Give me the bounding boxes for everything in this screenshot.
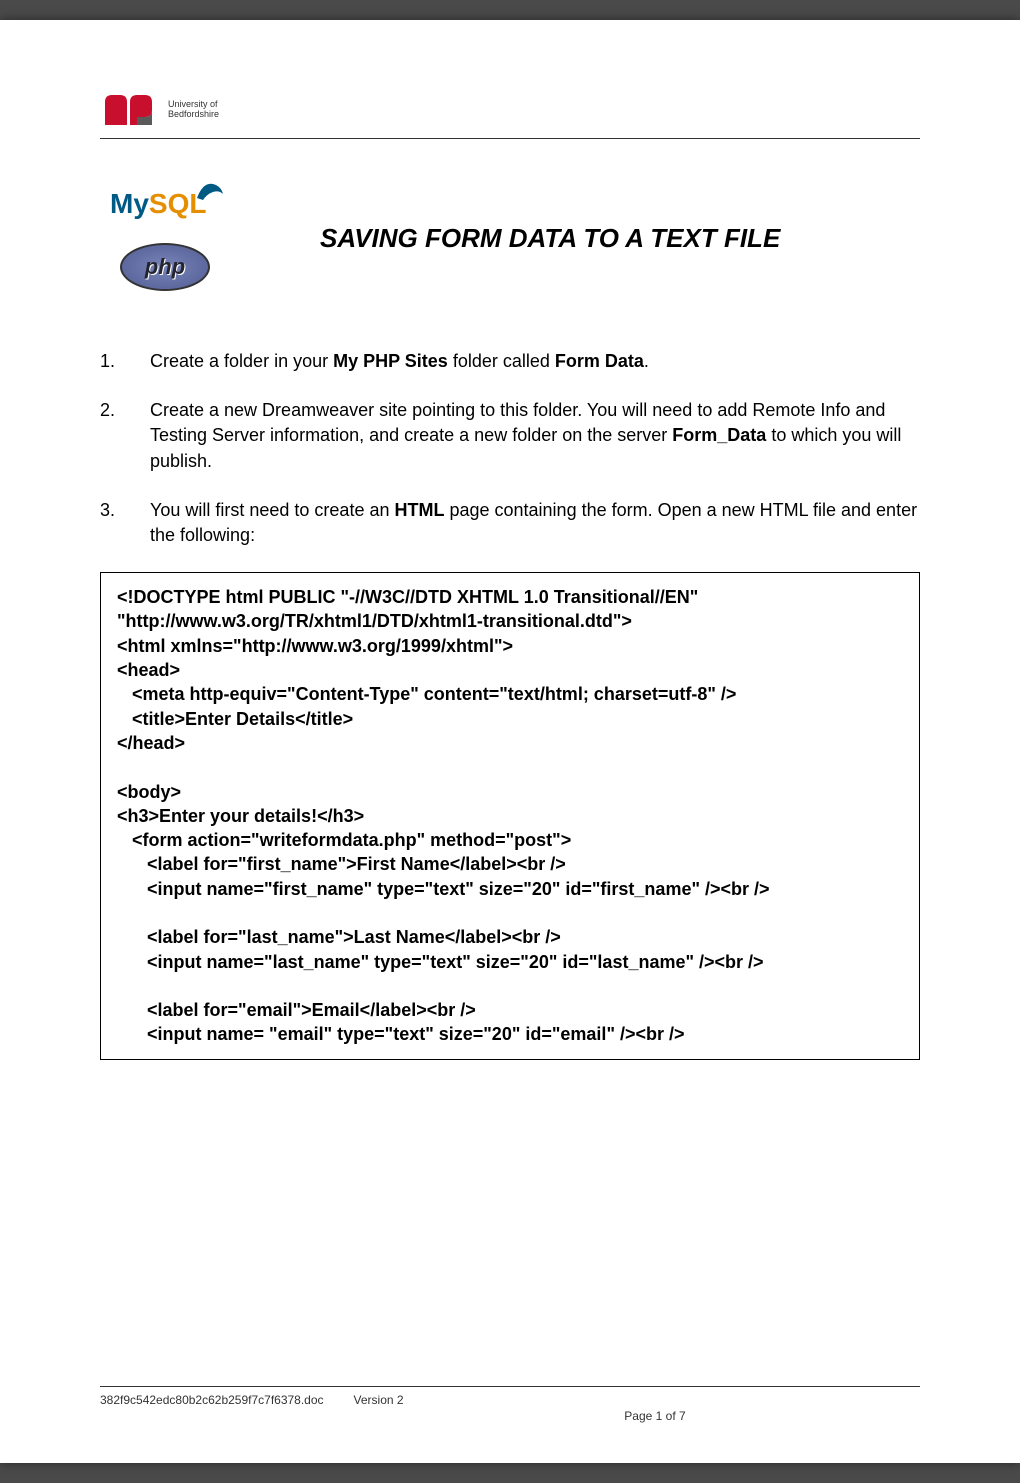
mysql-logo: MySQL [110, 188, 220, 238]
mysql-text: MySQL [110, 188, 206, 219]
item-text: You will first need to create an HTML pa… [150, 498, 920, 548]
item-text: Create a folder in your My PHP Sites fol… [150, 349, 920, 374]
footer-text-row: 382f9c542edc80b2c62b259f7c7f6378.doc Ver… [100, 1393, 920, 1407]
tech-logos-group: MySQL php [100, 179, 230, 299]
footer-divider [100, 1386, 920, 1387]
footer-filename: 382f9c542edc80b2c62b259f7c7f6378.doc [100, 1393, 324, 1407]
university-logo: University of Bedfordshire [100, 90, 920, 130]
footer-page-number: Page 1 of 7 [390, 1409, 920, 1423]
code-block: <!DOCTYPE html PUBLIC "-//W3C//DTD XHTML… [100, 572, 920, 1060]
item-number: 2. [100, 398, 150, 474]
item-number: 1. [100, 349, 150, 374]
logo-line-2: Bedfordshire [168, 110, 219, 120]
dolphin-icon [195, 180, 225, 207]
item-text: Create a new Dreamweaver site pointing t… [150, 398, 920, 474]
header-divider [100, 138, 920, 139]
item-number: 3. [100, 498, 150, 548]
instruction-list: 1.Create a folder in your My PHP Sites f… [100, 349, 920, 548]
page-title: SAVING FORM DATA TO A TEXT FILE [320, 222, 780, 256]
document-page: University of Bedfordshire MySQL php SAV… [0, 20, 1020, 1463]
footer-version: Version 2 [354, 1393, 404, 1407]
php-logo: php [120, 243, 210, 291]
bedfordshire-logo-icon [100, 90, 160, 130]
university-name: University of Bedfordshire [168, 100, 219, 120]
instruction-item: 1.Create a folder in your My PHP Sites f… [100, 349, 920, 374]
instruction-item: 2.Create a new Dreamweaver site pointing… [100, 398, 920, 474]
title-section: MySQL php SAVING FORM DATA TO A TEXT FIL… [100, 179, 920, 299]
php-text: php [145, 254, 185, 280]
page-footer: 382f9c542edc80b2c62b259f7c7f6378.doc Ver… [100, 1386, 920, 1423]
instruction-item: 3.You will first need to create an HTML … [100, 498, 920, 548]
